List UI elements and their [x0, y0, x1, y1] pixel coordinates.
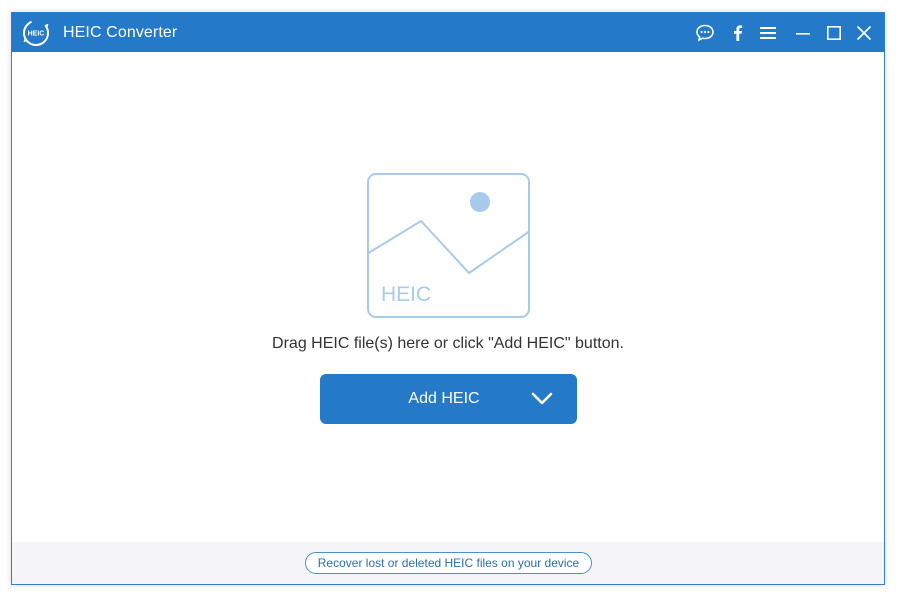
heic-logo-icon: HEIC [23, 20, 49, 46]
maximize-button[interactable] [823, 22, 845, 44]
close-button[interactable] [853, 22, 875, 44]
add-heic-button[interactable]: Add HEIC [320, 374, 577, 424]
feedback-button[interactable] [694, 22, 716, 44]
drop-zone[interactable]: HEIC Drag HEIC file(s) here or click "Ad… [12, 52, 884, 544]
logo-text: HEIC [28, 31, 45, 38]
recover-files-link[interactable]: Recover lost or deleted HEIC files on yo… [305, 552, 592, 574]
footer-bar: Recover lost or deleted HEIC files on yo… [12, 542, 884, 584]
app-window: HEIC HEIC Converter HEIC Drag HEIC file(… [11, 12, 885, 585]
menu-button[interactable] [757, 22, 779, 44]
image-placeholder-icon: HEIC [367, 173, 530, 318]
close-icon [856, 25, 872, 41]
chevron-down-icon[interactable] [530, 391, 554, 407]
hamburger-menu-icon [760, 27, 776, 39]
title-bar[interactable]: HEIC HEIC Converter [12, 13, 884, 52]
drag-hint-text: Drag HEIC file(s) here or click "Add HEI… [272, 335, 624, 352]
placeholder-label: HEIC [381, 283, 431, 306]
chat-bubble-icon [696, 24, 714, 42]
minimize-icon [796, 33, 810, 35]
maximize-icon [826, 25, 841, 40]
minimize-button[interactable] [792, 22, 814, 44]
facebook-button[interactable] [727, 22, 749, 44]
facebook-icon [734, 25, 743, 41]
app-title: HEIC Converter [63, 24, 178, 41]
